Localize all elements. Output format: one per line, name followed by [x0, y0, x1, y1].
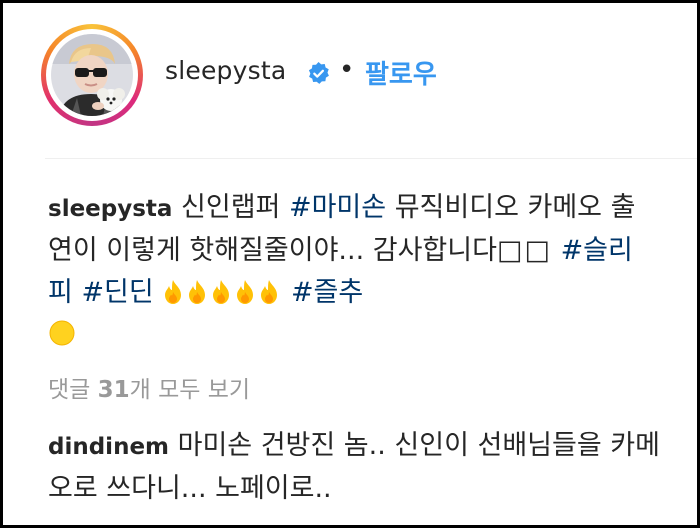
- fire-emoji-icon: [165, 280, 182, 304]
- comment-username[interactable]: dindinem: [48, 434, 169, 460]
- view-all-comments-link[interactable]: 댓글 31개 모두 보기: [48, 370, 250, 404]
- header-divider: [45, 158, 697, 159]
- caption-username[interactable]: sleepysta: [48, 196, 172, 222]
- post-header: sleepysta • 팔로우: [3, 3, 697, 153]
- avatar-photo-icon: [51, 34, 133, 116]
- post-caption: sleepysta 신인랩퍼 #마미손 뮤직비디오 카메오 출연이 이렇게 핫해…: [48, 187, 648, 356]
- separator-dot: •: [339, 55, 355, 85]
- fire-emoji-icon: [261, 280, 278, 304]
- sun-emoji-icon: [49, 320, 75, 346]
- comment-item: dindinem 마미손 건방진 놈.. 신인이 선배님들을 카메오로 쓰다니.…: [48, 425, 668, 510]
- view-comments-prefix: 댓글: [48, 377, 98, 403]
- view-comments-suffix: 개 모두 보기: [129, 377, 251, 403]
- fire-emoji-group: [162, 277, 282, 308]
- missing-glyph-boxes: □□: [496, 235, 552, 266]
- hashtag-mamison[interactable]: #마미손: [289, 192, 386, 223]
- hashtag-dindin[interactable]: #딘딘: [81, 277, 153, 308]
- fire-emoji-icon: [213, 280, 230, 304]
- post-username[interactable]: sleepysta: [165, 56, 286, 85]
- caption-text-1: 신인랩퍼: [172, 192, 289, 223]
- avatar-story-ring[interactable]: [41, 24, 143, 126]
- fire-emoji-icon: [237, 280, 254, 304]
- comment-count: 31: [97, 377, 130, 403]
- hashtag-jeulchu[interactable]: #즐추: [291, 277, 363, 308]
- avatar[interactable]: [51, 34, 133, 116]
- avatar-border: [46, 29, 138, 121]
- verified-badge-icon: [308, 62, 329, 84]
- screenshot-frame: sleepysta • 팔로우 sleepysta 신인랩퍼 #마미손 뮤직비디…: [0, 0, 700, 528]
- fire-emoji-icon: [189, 280, 206, 304]
- follow-button[interactable]: 팔로우: [365, 54, 437, 91]
